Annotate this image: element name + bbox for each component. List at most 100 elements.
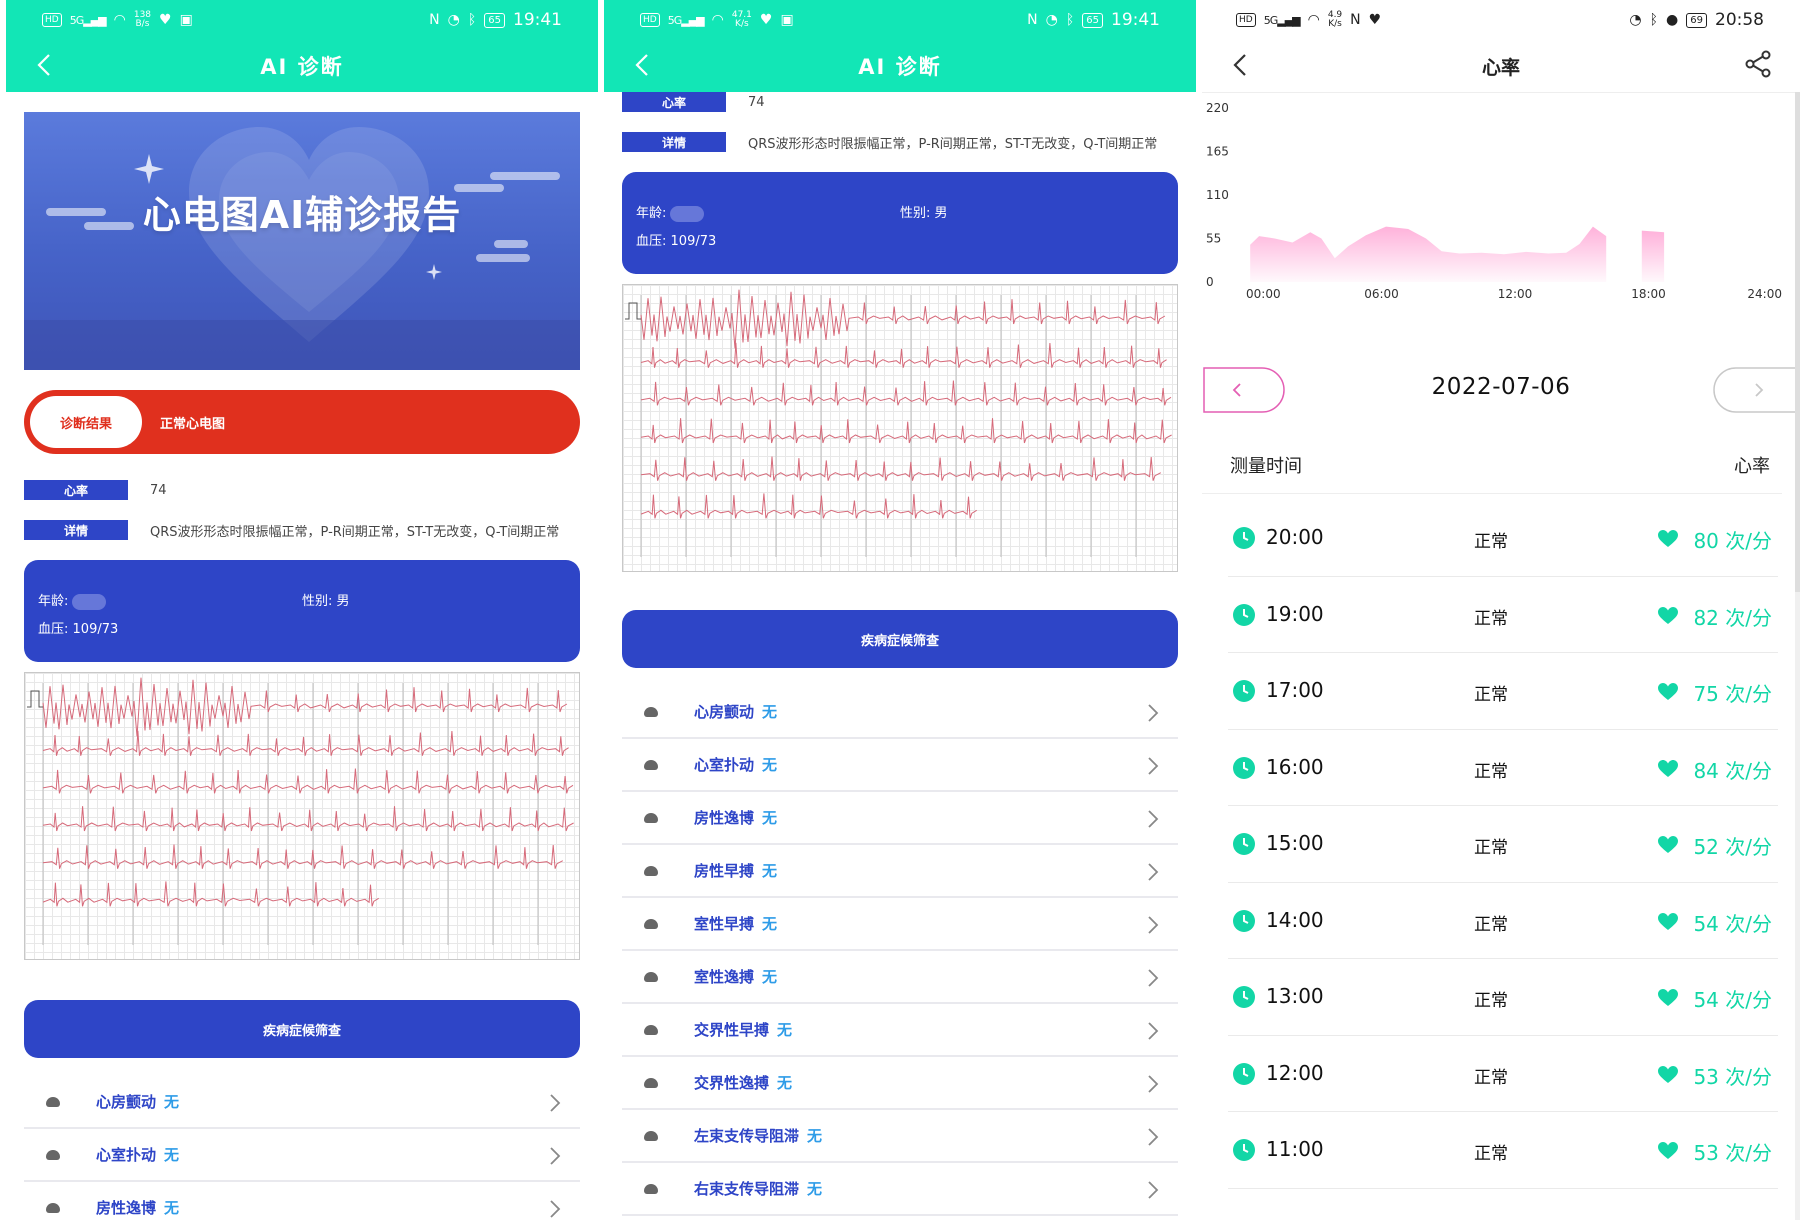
hd-badge: HD [42, 13, 62, 27]
chevron-right-icon [1148, 969, 1159, 987]
disease-result: 无 [807, 1180, 823, 1198]
clock-icon [1233, 909, 1255, 932]
scrollbar-thumb[interactable] [1795, 92, 1800, 592]
wifi-icon: ◠ [113, 12, 126, 28]
disease-list: 心房颤动无心室扑动无房性逸博无 [24, 1076, 580, 1220]
time-column-header: 测量时间 [1230, 456, 1302, 477]
heart-rate-chart: 220 165 110 55 0 00:00 06:00 12:00 18:00 24:00 [1206, 101, 1782, 301]
disease-list-item[interactable]: 房性逸博无 [24, 1182, 580, 1220]
heart-rate-record[interactable]: 16:00 正常 84 次/分 [1228, 730, 1778, 806]
heart-rate-record[interactable]: 11:00 正常 53 次/分 [1228, 1112, 1778, 1189]
disease-list-item[interactable]: 室性早搏无 [622, 898, 1178, 951]
disease-list-item[interactable]: 室性逸搏无 [622, 951, 1178, 1004]
disease-list-item[interactable]: 心房颤动无 [24, 1076, 580, 1129]
chevron-right-icon [1148, 1022, 1159, 1040]
patient-gender: 性别: 男 [302, 594, 350, 609]
disease-list-item[interactable]: 心室扑动无 [24, 1129, 580, 1182]
disease-result: 无 [164, 1199, 180, 1217]
disease-screening-button[interactable]: 疾病症候筛查 [24, 1000, 580, 1058]
battery-icon: 69 [1686, 12, 1707, 28]
record-status: 正常 [1474, 1144, 1508, 1164]
share-icon[interactable] [1742, 48, 1774, 80]
blurred-age [72, 593, 107, 610]
ecg-chart [24, 672, 580, 960]
disease-list-item[interactable]: 交界性早搏无 [622, 1004, 1178, 1057]
disease-name: 右束支传导阻滞 [694, 1180, 800, 1198]
x-tick-label: 24:00 [1747, 287, 1782, 301]
chevron-right-icon [1148, 1128, 1159, 1146]
heart-rate-area [1250, 226, 1607, 282]
record-status: 正常 [1474, 1067, 1508, 1088]
disease-name: 室性早搏 [694, 915, 755, 933]
record-time: 19:00 [1266, 601, 1324, 626]
heart-health-icon: ♥ [759, 12, 773, 28]
clock-icon [1233, 1139, 1255, 1161]
bullet-icon [46, 1149, 60, 1160]
page-title: AI 诊断 [858, 55, 942, 79]
disease-list-item[interactable]: 房性逸博无 [622, 792, 1178, 845]
battery-icon: 65 [1082, 12, 1103, 28]
app-header: 心率 [1202, 40, 1800, 92]
blurred-age [670, 205, 705, 222]
heart-rate-record[interactable]: 14:00 正常 54 次/分 [1228, 883, 1778, 959]
heart-rate-record[interactable]: 20:00 正常 80 次/分 [1228, 500, 1778, 577]
patient-card: 年龄: 性别: 男 血压: 109/73 [24, 560, 580, 662]
back-arrow-icon[interactable] [628, 50, 658, 80]
disease-result: 无 [762, 862, 778, 880]
date-navigator: 2022-07-06 [1202, 360, 1800, 420]
net-speed: 47.1 K/s [731, 10, 752, 29]
bullet-icon [644, 1077, 658, 1088]
disease-screening-button[interactable]: 疾病症候筛查 [622, 610, 1178, 668]
list-header-divider [1202, 493, 1782, 494]
record-status: 正常 [1474, 685, 1508, 705]
detail-row: 详情 QRS波形形态时限振幅正常，P-R间期正常，ST-T无改变，Q-T间期正常 [622, 132, 1157, 152]
record-time: 11:00 [1266, 1137, 1324, 1161]
x-tick-label: 18:00 [1631, 287, 1666, 301]
heart-rate-row: 心率 74 [24, 480, 167, 500]
record-time: 15:00 [1266, 831, 1324, 855]
back-arrow-icon[interactable] [1226, 50, 1256, 80]
detail-row: 详情 QRS波形形态时限振幅正常，P-R间期正常，ST-T无改变，Q-T间期正常 [24, 520, 559, 540]
disease-list-item[interactable]: 交界性逸搏无 [622, 1057, 1178, 1110]
bluetooth-icon: ᛒ [467, 12, 477, 28]
heart-rate-record[interactable]: 19:00 正常 82 次/分 [1228, 577, 1778, 653]
bullet-icon [46, 1096, 60, 1107]
record-status: 正常 [1474, 532, 1508, 552]
rate-column-header: 心率 [1734, 456, 1770, 477]
disease-list-item[interactable]: 右束支传导阻滞无 [622, 1163, 1178, 1216]
current-date: 2022-07-06 [1431, 374, 1571, 400]
heart-rate-record[interactable]: 17:00 正常 75 次/分 [1228, 653, 1778, 730]
heart-rate-value: 74 [150, 482, 167, 498]
disease-name: 心室扑动 [694, 756, 755, 774]
chevron-right-icon [1148, 810, 1159, 828]
ecg-calibration-pulse [625, 302, 641, 320]
back-arrow-icon[interactable] [30, 50, 60, 80]
clock-time: 19:41 [513, 10, 562, 30]
disease-list-item[interactable]: 心室扑动无 [622, 739, 1178, 792]
heart-rate-record[interactable]: 12:00 正常 53 次/分 [1228, 1036, 1778, 1112]
disease-list-item[interactable]: 心房颤动无 [622, 686, 1178, 739]
record-bpm: 80 次/分 [1693, 529, 1772, 553]
disease-name: 交界性早搏 [694, 1021, 770, 1039]
heart-rate-record[interactable]: 15:00 正常 52 次/分 [1228, 806, 1778, 883]
decor-bar [476, 254, 530, 262]
chevron-right-icon [550, 1200, 561, 1218]
nfc-icon: N [1027, 12, 1038, 28]
next-day-button[interactable] [1712, 366, 1796, 414]
record-time: 13:00 [1266, 984, 1324, 1008]
nfc-icon: N [429, 12, 440, 28]
ecg-trace [640, 342, 1167, 368]
chevron-right-icon [1148, 704, 1159, 722]
record-bpm: 54 次/分 [1693, 911, 1772, 936]
ecg-trace [42, 844, 564, 869]
disease-list-item[interactable]: 左束支传导阻滞无 [622, 1110, 1178, 1163]
status-bar: HD 5G▂▄▆ ◠ 138 B/s ♥ ▣ N ◔ ᛒ 65 19:41 [6, 0, 598, 40]
disease-name: 心房颤动 [694, 703, 755, 721]
heart-rate-record[interactable]: 13:00 正常 54 次/分 [1228, 959, 1778, 1036]
disease-list-item[interactable]: 房性早搏无 [622, 845, 1178, 898]
y-tick-label: 220 [1206, 101, 1229, 115]
diagnosis-result-label: 诊断结果 [30, 396, 142, 448]
patient-gender: 性别: 男 [900, 206, 948, 221]
wifi-icon: ◠ [1307, 12, 1320, 28]
bullet-icon [46, 1202, 60, 1213]
